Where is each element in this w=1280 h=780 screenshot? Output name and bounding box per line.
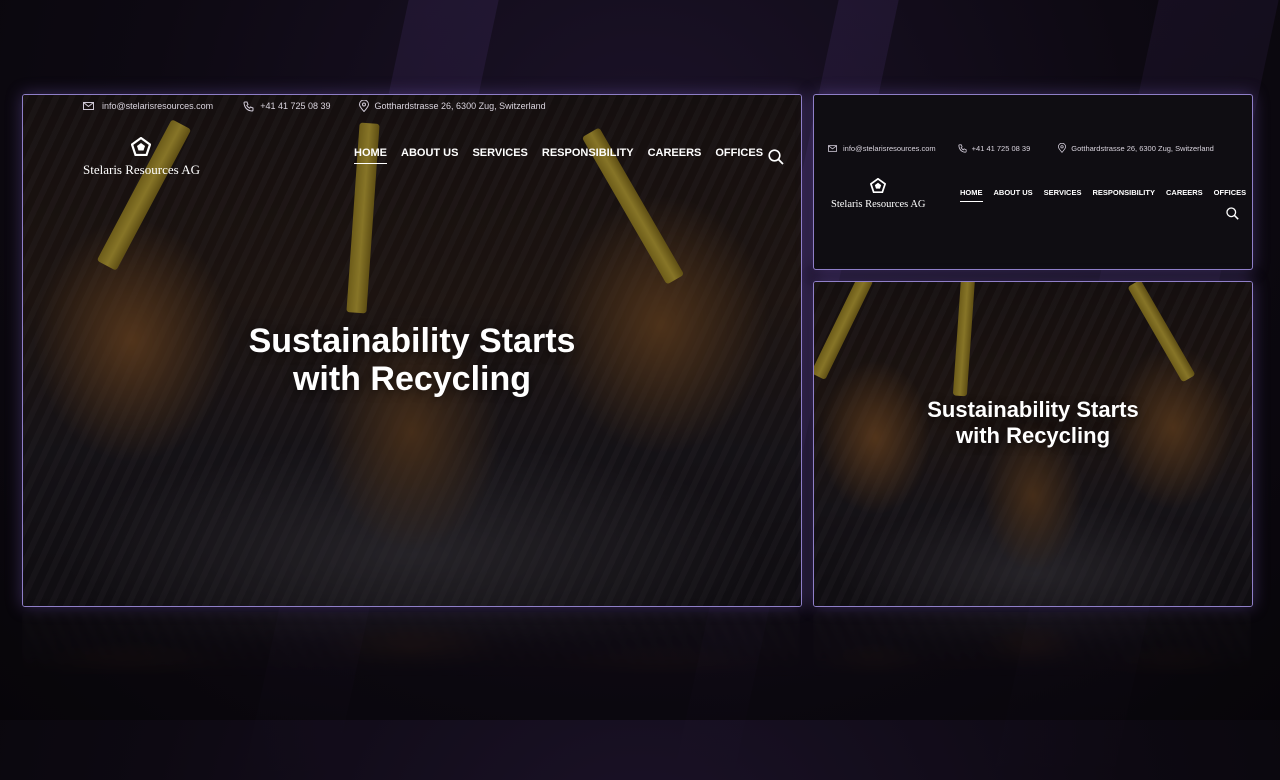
brand-logo[interactable]: Stelaris Resources AG	[831, 177, 926, 210]
nav-item-responsibility[interactable]: RESPONSIBILITY	[1092, 188, 1155, 197]
hero-line-2: with Recycling	[955, 423, 1111, 448]
email-text: info@stelarisresources.com	[843, 143, 936, 153]
top-info-bar-compact: info@stelarisresources.com +41 41 725 08…	[814, 141, 1252, 155]
hero-line-1: Sustainability Starts	[248, 322, 576, 360]
nav-item-home[interactable]: HOME	[960, 188, 983, 202]
brand-logo[interactable]: Stelaris Resources AG	[83, 136, 200, 178]
brand-name: Stelaris Resources AG	[83, 162, 200, 177]
main-nav: HOME ABOUT US SERVICES RESPONSIBILITY CA…	[354, 147, 763, 164]
map-pin-icon	[358, 100, 369, 112]
hero-heading: Sustainability Starts with Recycling	[23, 322, 801, 398]
floor-reflection	[22, 612, 800, 720]
nav-item-offices[interactable]: OFFICES	[1214, 188, 1247, 197]
hero-heading: Sustainability Starts with Recycling	[814, 397, 1252, 449]
nav-item-home[interactable]: HOME	[354, 147, 387, 164]
main-nav-compact: HOME ABOUT US SERVICES RESPONSIBILITY CA…	[960, 188, 1247, 202]
phone-text: +41 41 725 08 39	[971, 143, 1031, 153]
map-pin-icon	[1058, 143, 1067, 153]
hero-preview-panel: Sustainability Starts with Recycling	[813, 281, 1253, 607]
desktop-preview-panel: info@stelarisresources.com +41 41 725 08…	[22, 94, 802, 607]
phone-icon	[958, 143, 967, 153]
floor-reflection	[813, 612, 1251, 720]
email-text: info@stelarisresources.com	[102, 101, 214, 111]
hero-line-2: with Recycling	[292, 360, 532, 398]
nav-item-responsibility[interactable]: RESPONSIBILITY	[542, 147, 634, 159]
hero-line-1: Sustainability Starts	[927, 397, 1139, 422]
nav-item-offices[interactable]: OFFICES	[715, 147, 763, 159]
email-info[interactable]: info@stelarisresources.com	[83, 101, 213, 111]
nav-item-about-us[interactable]: ABOUT US	[994, 188, 1033, 197]
header-preview-panel: info@stelarisresources.com +41 41 725 08…	[813, 94, 1253, 270]
mail-icon	[828, 144, 837, 152]
address-text: Gotthardstrasse 26, 6300 Zug, Switzerlan…	[1071, 143, 1214, 153]
search-icon[interactable]	[1226, 207, 1239, 225]
address-info[interactable]: Gotthardstrasse 26, 6300 Zug, Switzerlan…	[358, 100, 546, 112]
nav-item-services[interactable]: SERVICES	[1044, 188, 1082, 197]
phone-info[interactable]: +41 41 725 08 39	[243, 101, 331, 112]
pentagon-logo-icon	[131, 136, 152, 161]
mail-icon	[83, 102, 94, 110]
address-text: Gotthardstrasse 26, 6300 Zug, Switzerlan…	[374, 101, 546, 111]
phone-info[interactable]: +41 41 725 08 39	[958, 143, 1031, 153]
address-info[interactable]: Gotthardstrasse 26, 6300 Zug, Switzerlan…	[1058, 143, 1214, 153]
pentagon-logo-icon	[870, 177, 887, 198]
top-info-bar: info@stelarisresources.com +41 41 725 08…	[23, 95, 801, 117]
brand-name: Stelaris Resources AG	[831, 199, 926, 210]
phone-text: +41 41 725 08 39	[260, 101, 331, 111]
phone-icon	[243, 101, 254, 112]
search-icon[interactable]	[768, 149, 784, 170]
nav-item-services[interactable]: SERVICES	[472, 147, 527, 159]
nav-item-about-us[interactable]: ABOUT US	[401, 147, 458, 159]
nav-item-careers[interactable]: CAREERS	[1166, 188, 1203, 197]
nav-item-careers[interactable]: CAREERS	[648, 147, 702, 159]
email-info[interactable]: info@stelarisresources.com	[828, 144, 936, 153]
